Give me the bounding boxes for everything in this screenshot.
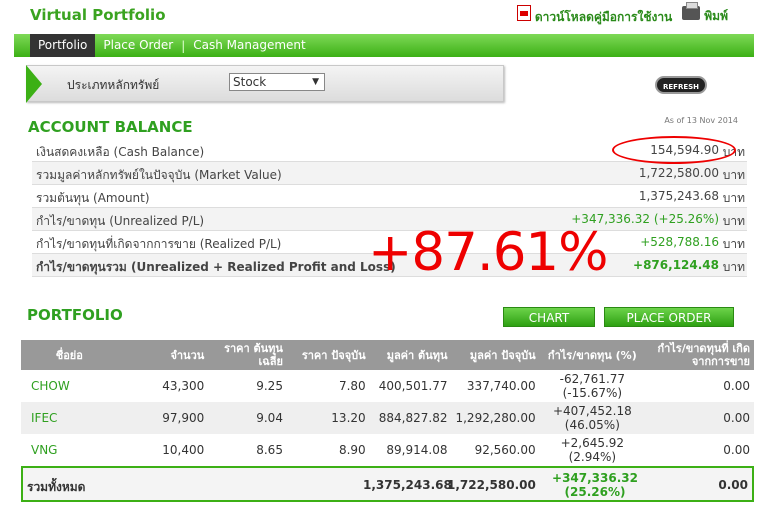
- cell-cost-value: 884,827.82: [369, 402, 452, 434]
- tab-place-order[interactable]: Place Order: [95, 34, 181, 57]
- cell-qty: 10,400: [162, 443, 205, 457]
- cell-avg-cost: 8.65: [256, 443, 283, 457]
- balance-label: รวมมูลค่าหลักทรัพย์ในปัจจุบัน (Market Va…: [36, 168, 282, 182]
- print-link[interactable]: พิมพ์: [682, 2, 728, 26]
- portfolio-table: ชื่อย่อ จำนวน ราคา ต้นทุนเฉลี่ย ราคา ปัจ…: [21, 340, 754, 466]
- balance-label: รวมต้นทุน (Amount): [36, 191, 150, 205]
- balance-row-amount: รวมต้นทุน (Amount) 1,375,243.68 บาท: [32, 185, 747, 208]
- total-pl-amount: +347,336.32: [552, 471, 638, 485]
- table-row: VNG 10,400 8.65 8.90 89,914.08 92,560.00…: [21, 434, 754, 466]
- cell-realized: 0.00: [645, 402, 754, 434]
- printer-icon: [682, 2, 701, 20]
- download-manual-label: ดาวน์โหลดคู่มือการใช้งาน: [534, 10, 673, 24]
- symbol-link[interactable]: VNG: [21, 434, 118, 466]
- pl-amount: +2,645.92: [560, 436, 625, 450]
- cell-cost-value: 400,501.77: [378, 379, 448, 393]
- return-annotation: +87.61%: [368, 222, 608, 283]
- cell-market-value: 337,740.00: [466, 379, 536, 393]
- column-header: กำไร/ขาดทุนที่ เกิดจากการขาย: [645, 340, 754, 370]
- column-header: ราคา ปัจจุบัน: [286, 340, 370, 370]
- total-row: รวมทั้งหมด 1,375,243.68 1,722,580.00 +34…: [21, 466, 754, 502]
- cell-price: 7.80: [338, 379, 366, 393]
- tab-portfolio[interactable]: Portfolio: [30, 34, 96, 57]
- cell-qty: 43,300: [162, 379, 205, 393]
- balance-unit: บาท: [722, 260, 745, 274]
- total-cost-value: 1,375,243.68: [363, 478, 452, 492]
- balance-unit: บาท: [722, 237, 745, 251]
- total-label: รวมทั้งหมด: [27, 480, 86, 494]
- column-header: ชื่อย่อ: [21, 340, 118, 370]
- header-links: ดาวน์โหลดคู่มือการใช้งาน พิมพ์: [516, 2, 728, 27]
- pl-amount: -62,761.77: [559, 372, 626, 386]
- total-market-value: 1,722,580.00: [447, 478, 536, 492]
- table-header-row: ชื่อย่อ จำนวน ราคา ต้นทุนเฉลี่ย ราคา ปัจ…: [21, 340, 754, 370]
- pl-percent: (-15.67%): [562, 386, 623, 400]
- cell-pl: +2,645.92 (2.94%): [540, 434, 645, 466]
- cell-realized: 0.00: [723, 443, 750, 457]
- cell-qty: 97,900: [117, 402, 209, 434]
- table-row: IFEC 97,900 9.04 13.20 884,827.82 1,292,…: [21, 402, 754, 434]
- symbol-link[interactable]: IFEC: [21, 402, 118, 434]
- balance-unit: บาท: [722, 168, 745, 182]
- balance-row-market-value: รวมมูลค่าหลักทรัพย์ในปัจจุบัน (Market Va…: [32, 162, 747, 185]
- refresh-button[interactable]: REFRESH: [655, 76, 707, 94]
- cell-pl: +407,452.18 (46.05%): [539, 402, 646, 434]
- balance-label: กำไร/ขาดทุน (Unrealized P/L): [36, 214, 205, 228]
- cell-avg-cost: 9.04: [208, 402, 287, 434]
- place-order-button[interactable]: PLACE ORDER: [604, 307, 734, 327]
- account-balance-title: ACCOUNT BALANCE: [28, 118, 193, 136]
- print-label: พิมพ์: [704, 9, 728, 23]
- column-header: จำนวน: [117, 340, 209, 370]
- column-header: กำไร/ขาดทุน (%): [539, 340, 646, 370]
- cell-market-value: 92,560.00: [474, 443, 536, 457]
- asset-type-value: Stock: [233, 75, 267, 89]
- tab-cash-management[interactable]: Cash Management: [185, 34, 313, 57]
- portfolio-title: PORTFOLIO: [27, 306, 123, 324]
- pdf-icon: [516, 5, 531, 21]
- asset-type-select[interactable]: Stock ▼: [229, 73, 325, 91]
- column-header: ราคา ต้นทุนเฉลี่ย: [208, 340, 287, 370]
- asset-type-label: ประเภทหลักทรัพย์: [67, 78, 160, 92]
- balance-label: เงินสดคงเหลือ (Cash Balance): [36, 145, 205, 159]
- table-row: CHOW 43,300 9.25 7.80 400,501.77 337,740…: [21, 370, 754, 402]
- balance-value: +876,124.48: [633, 258, 719, 272]
- balance-value: 1,722,580.00: [638, 166, 719, 180]
- arrow-right-icon: [26, 65, 42, 103]
- as-of-date: As of 13 Nov 2014: [664, 116, 738, 125]
- chart-button[interactable]: CHART: [503, 307, 595, 327]
- pl-percent: (2.94%): [568, 450, 617, 464]
- cell-market-value: 1,292,280.00: [451, 402, 540, 434]
- balance-unit: บาท: [722, 214, 745, 228]
- cell-pl: -62,761.77 (-15.67%): [540, 370, 645, 402]
- column-header: มูลค่า ต้นทุน: [369, 340, 452, 370]
- asset-type-bar: ประเภทหลักทรัพย์ Stock ▼: [26, 65, 504, 103]
- total-realized: 0.00: [718, 478, 748, 492]
- balance-value: +528,788.16: [640, 235, 719, 249]
- total-pl-percent: (25.26%): [564, 485, 626, 499]
- cell-cost-value: 89,914.08: [386, 443, 448, 457]
- download-manual-link[interactable]: ดาวน์โหลดคู่มือการใช้งาน: [516, 5, 673, 27]
- balance-unit: บาท: [722, 191, 745, 205]
- cell-realized: 0.00: [723, 379, 750, 393]
- total-pl: +347,336.32 (25.26%): [541, 471, 649, 499]
- balance-value: 1,375,243.68: [638, 189, 719, 203]
- cash-highlight-circle: [612, 136, 736, 164]
- pl-amount: +407,452.18: [552, 404, 632, 418]
- column-header: มูลค่า ปัจจุบัน: [451, 340, 540, 370]
- balance-label: กำไร/ขาดทุนรวม (Unrealized + Realized Pr…: [36, 260, 396, 274]
- cell-avg-cost: 9.25: [256, 379, 283, 393]
- dropdown-caret-icon: ▼: [312, 77, 319, 87]
- cell-price: 13.20: [286, 402, 370, 434]
- app-title: Virtual Portfolio: [30, 6, 166, 24]
- symbol-link[interactable]: CHOW: [21, 370, 118, 402]
- balance-label: กำไร/ขาดทุนที่เกิดจากการขาย (Realized P/…: [36, 237, 282, 251]
- pl-percent: (46.05%): [564, 418, 620, 432]
- main-nav: Portfolio Place Order | Cash Management: [14, 34, 754, 57]
- cell-price: 8.90: [338, 443, 366, 457]
